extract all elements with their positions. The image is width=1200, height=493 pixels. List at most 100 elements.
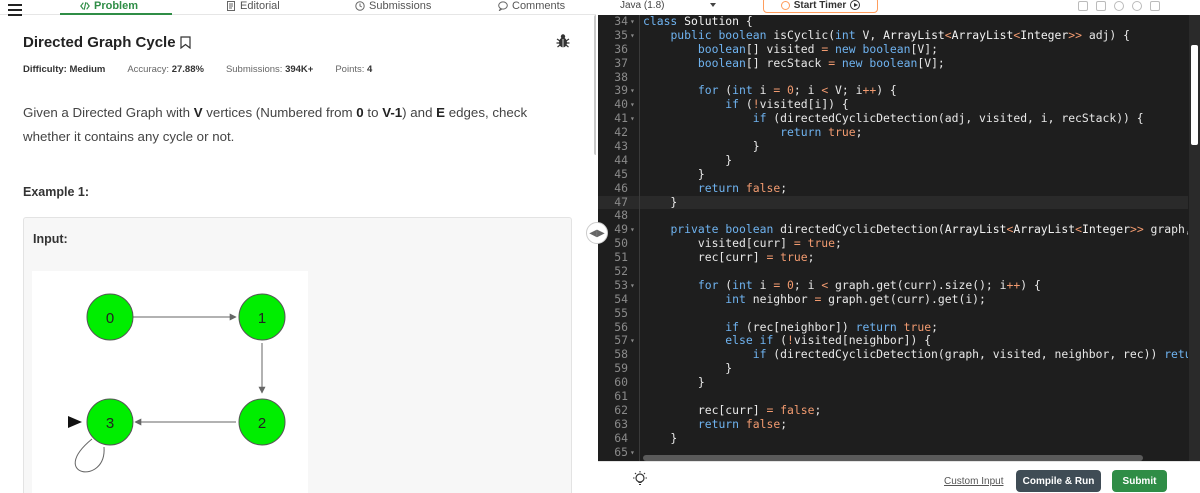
code-editor[interactable]: 34 ▾ class Solution {35 ▾ public boolean is… (598, 15, 1188, 461)
fold-arrow-icon[interactable]: ▾ (630, 223, 635, 237)
code-text: if (directedCyclicDetection(adj, visited… (752, 111, 1144, 126)
line-number: 57 (614, 333, 628, 348)
code-line[interactable]: 47 } (598, 194, 1188, 210)
fullscreen-icon[interactable] (1150, 1, 1160, 11)
tab-editorial-label: Editorial (240, 0, 280, 12)
active-tab-indicator (60, 13, 172, 15)
line-number: 36 (614, 41, 628, 56)
code-line[interactable]: 45 } (598, 166, 1188, 182)
graph-node-2: 2 (238, 398, 286, 446)
code-line[interactable]: 49 ▾ private boolean directedCyclicDetect… (598, 222, 1188, 237)
bookmark-icon[interactable] (179, 36, 191, 49)
code-line[interactable]: 40 ▾ if (!visited[i]) { (598, 97, 1188, 112)
export-icon[interactable] (1096, 1, 1106, 11)
fold-arrow-icon[interactable]: ▾ (630, 279, 635, 293)
problem-meta: Difficulty: Medium Accuracy: 27.88% Subm… (23, 64, 372, 75)
code-line[interactable]: 55 (598, 305, 1188, 321)
tab-editorial[interactable]: Editorial (226, 0, 280, 12)
code-line[interactable]: 34 ▾ class Solution { (598, 15, 1188, 29)
code-line[interactable]: 48 (598, 209, 1188, 223)
compile-run-button[interactable]: Compile & Run (1016, 470, 1101, 492)
lightbulb-icon[interactable] (631, 470, 649, 488)
code-line[interactable]: 61 (598, 389, 1188, 404)
problem-tabs-bar: Problem Editorial Submissions Comments (0, 0, 596, 16)
fold-arrow-icon[interactable]: ▾ (630, 112, 635, 126)
line-number: 48 (614, 208, 628, 223)
scrollbar-thumb[interactable] (1191, 45, 1198, 145)
code-line[interactable]: 52 (598, 264, 1188, 279)
line-number: 40 (614, 97, 628, 112)
code-line[interactable]: 53 ▾ for (int i = 0; i < graph.get(curr).… (598, 277, 1188, 293)
chevron-down-icon[interactable] (710, 3, 716, 7)
code-line[interactable]: 39 ▾ for (int i = 0; i < V; i++) { (598, 84, 1188, 98)
code-line[interactable]: 42 return true; (598, 125, 1188, 140)
editor-vertical-scrollbar[interactable] (1189, 15, 1200, 461)
code-line[interactable]: 58 if (directedCyclicDetection(graph, vi… (598, 347, 1188, 362)
settings-icon[interactable] (1114, 1, 1124, 11)
tab-submissions[interactable]: Submissions (355, 0, 431, 12)
code-line[interactable]: 46 return false; (598, 181, 1188, 196)
code-line[interactable]: 59 } (598, 361, 1188, 376)
submit-button[interactable]: Submit (1112, 470, 1167, 492)
code-text: } (643, 152, 733, 167)
report-bug-icon[interactable] (555, 33, 571, 49)
code-text: visited[curr] = true; (643, 236, 842, 251)
line-number: 41 (614, 111, 628, 126)
start-timer-button[interactable]: Start Timer (763, 0, 878, 13)
code-line[interactable]: 56 if (rec[neighbor]) return true; (598, 320, 1188, 335)
code-line[interactable]: 51 rec[curr] = true; (598, 250, 1188, 265)
code-text: int neighbor = graph.get(curr).get(i); (725, 291, 986, 306)
fold-arrow-icon[interactable]: ▾ (630, 334, 635, 348)
problem-scrollbar[interactable] (594, 15, 596, 155)
svg-text:3: 3 (106, 415, 114, 432)
tab-problem[interactable]: Problem (80, 0, 138, 12)
line-number: 53 (614, 277, 628, 292)
line-number: 55 (614, 305, 628, 320)
start-timer-label: Start Timer (793, 0, 847, 11)
code-line[interactable]: 43 } (598, 139, 1188, 154)
fold-arrow-icon[interactable]: ▾ (630, 84, 635, 98)
code-text: } (643, 430, 678, 445)
reset-icon[interactable] (1132, 1, 1142, 11)
code-line[interactable]: 36 boolean[] visited = new boolean[V]; (598, 41, 1188, 57)
hamburger-menu-icon[interactable] (8, 4, 22, 19)
fold-arrow-icon[interactable]: ▾ (630, 15, 635, 29)
code-line[interactable]: 54 int neighbor = graph.get(curr).get(i)… (598, 291, 1188, 307)
panel-resize-handle[interactable]: ◀▶ (586, 222, 608, 244)
code-line[interactable]: 35 ▾ public boolean isCyclic(int V, Array… (598, 27, 1188, 43)
fold-arrow-icon[interactable]: ▾ (630, 98, 635, 112)
editor-panel: Java (1.8) Start Timer 34 ▾ class Solution… (598, 0, 1200, 493)
code-line[interactable]: 37 boolean[] recStack = new boolean[V]; (598, 55, 1188, 71)
code-line[interactable]: 60 } (598, 375, 1188, 390)
code-line[interactable]: 50 visited[curr] = true; (598, 236, 1188, 251)
line-number: 37 (614, 55, 628, 70)
example-heading: Example 1: (23, 185, 90, 199)
code-text: } (643, 194, 678, 209)
copy-icon[interactable] (1078, 1, 1088, 11)
code-text: } (643, 375, 705, 390)
line-number: 38 (614, 69, 628, 84)
code-line[interactable]: 41 ▾ if (directedCyclicDetection(adj, vis… (598, 111, 1188, 126)
custom-input-link[interactable]: Custom Input (944, 476, 1003, 487)
difficulty-value: Medium (69, 64, 106, 75)
code-line[interactable]: 38 (598, 69, 1188, 85)
fold-arrow-icon[interactable]: ▾ (630, 29, 635, 43)
code-text: class Solution { (643, 15, 753, 28)
code-text: } (643, 361, 733, 376)
fold-arrow-icon[interactable]: ▾ (630, 446, 635, 460)
code-line[interactable]: 44 } (598, 152, 1188, 168)
line-number: 59 (614, 361, 628, 376)
editor-actions-bar: Custom Input Compile & Run Submit (598, 461, 1200, 493)
code-line[interactable]: 57 ▾ else if (!visited[neighbor]) { (598, 334, 1188, 348)
problem-title: Directed Graph Cycle (23, 34, 191, 51)
tab-comments[interactable]: Comments (498, 0, 565, 12)
submissions-count: Submissions: 394K+ (225, 64, 314, 75)
code-line[interactable]: 62 rec[curr] = false; (598, 403, 1188, 418)
line-number: 63 (614, 416, 628, 431)
code-line[interactable]: 64 } (598, 430, 1188, 446)
code-line[interactable]: 63 return false; (598, 416, 1188, 432)
code-text: public boolean isCyclic(int V, ArrayList… (670, 27, 1130, 42)
code-text: } (643, 166, 705, 181)
tab-submissions-label: Submissions (369, 0, 432, 12)
language-select[interactable]: Java (1.8) (620, 0, 664, 11)
